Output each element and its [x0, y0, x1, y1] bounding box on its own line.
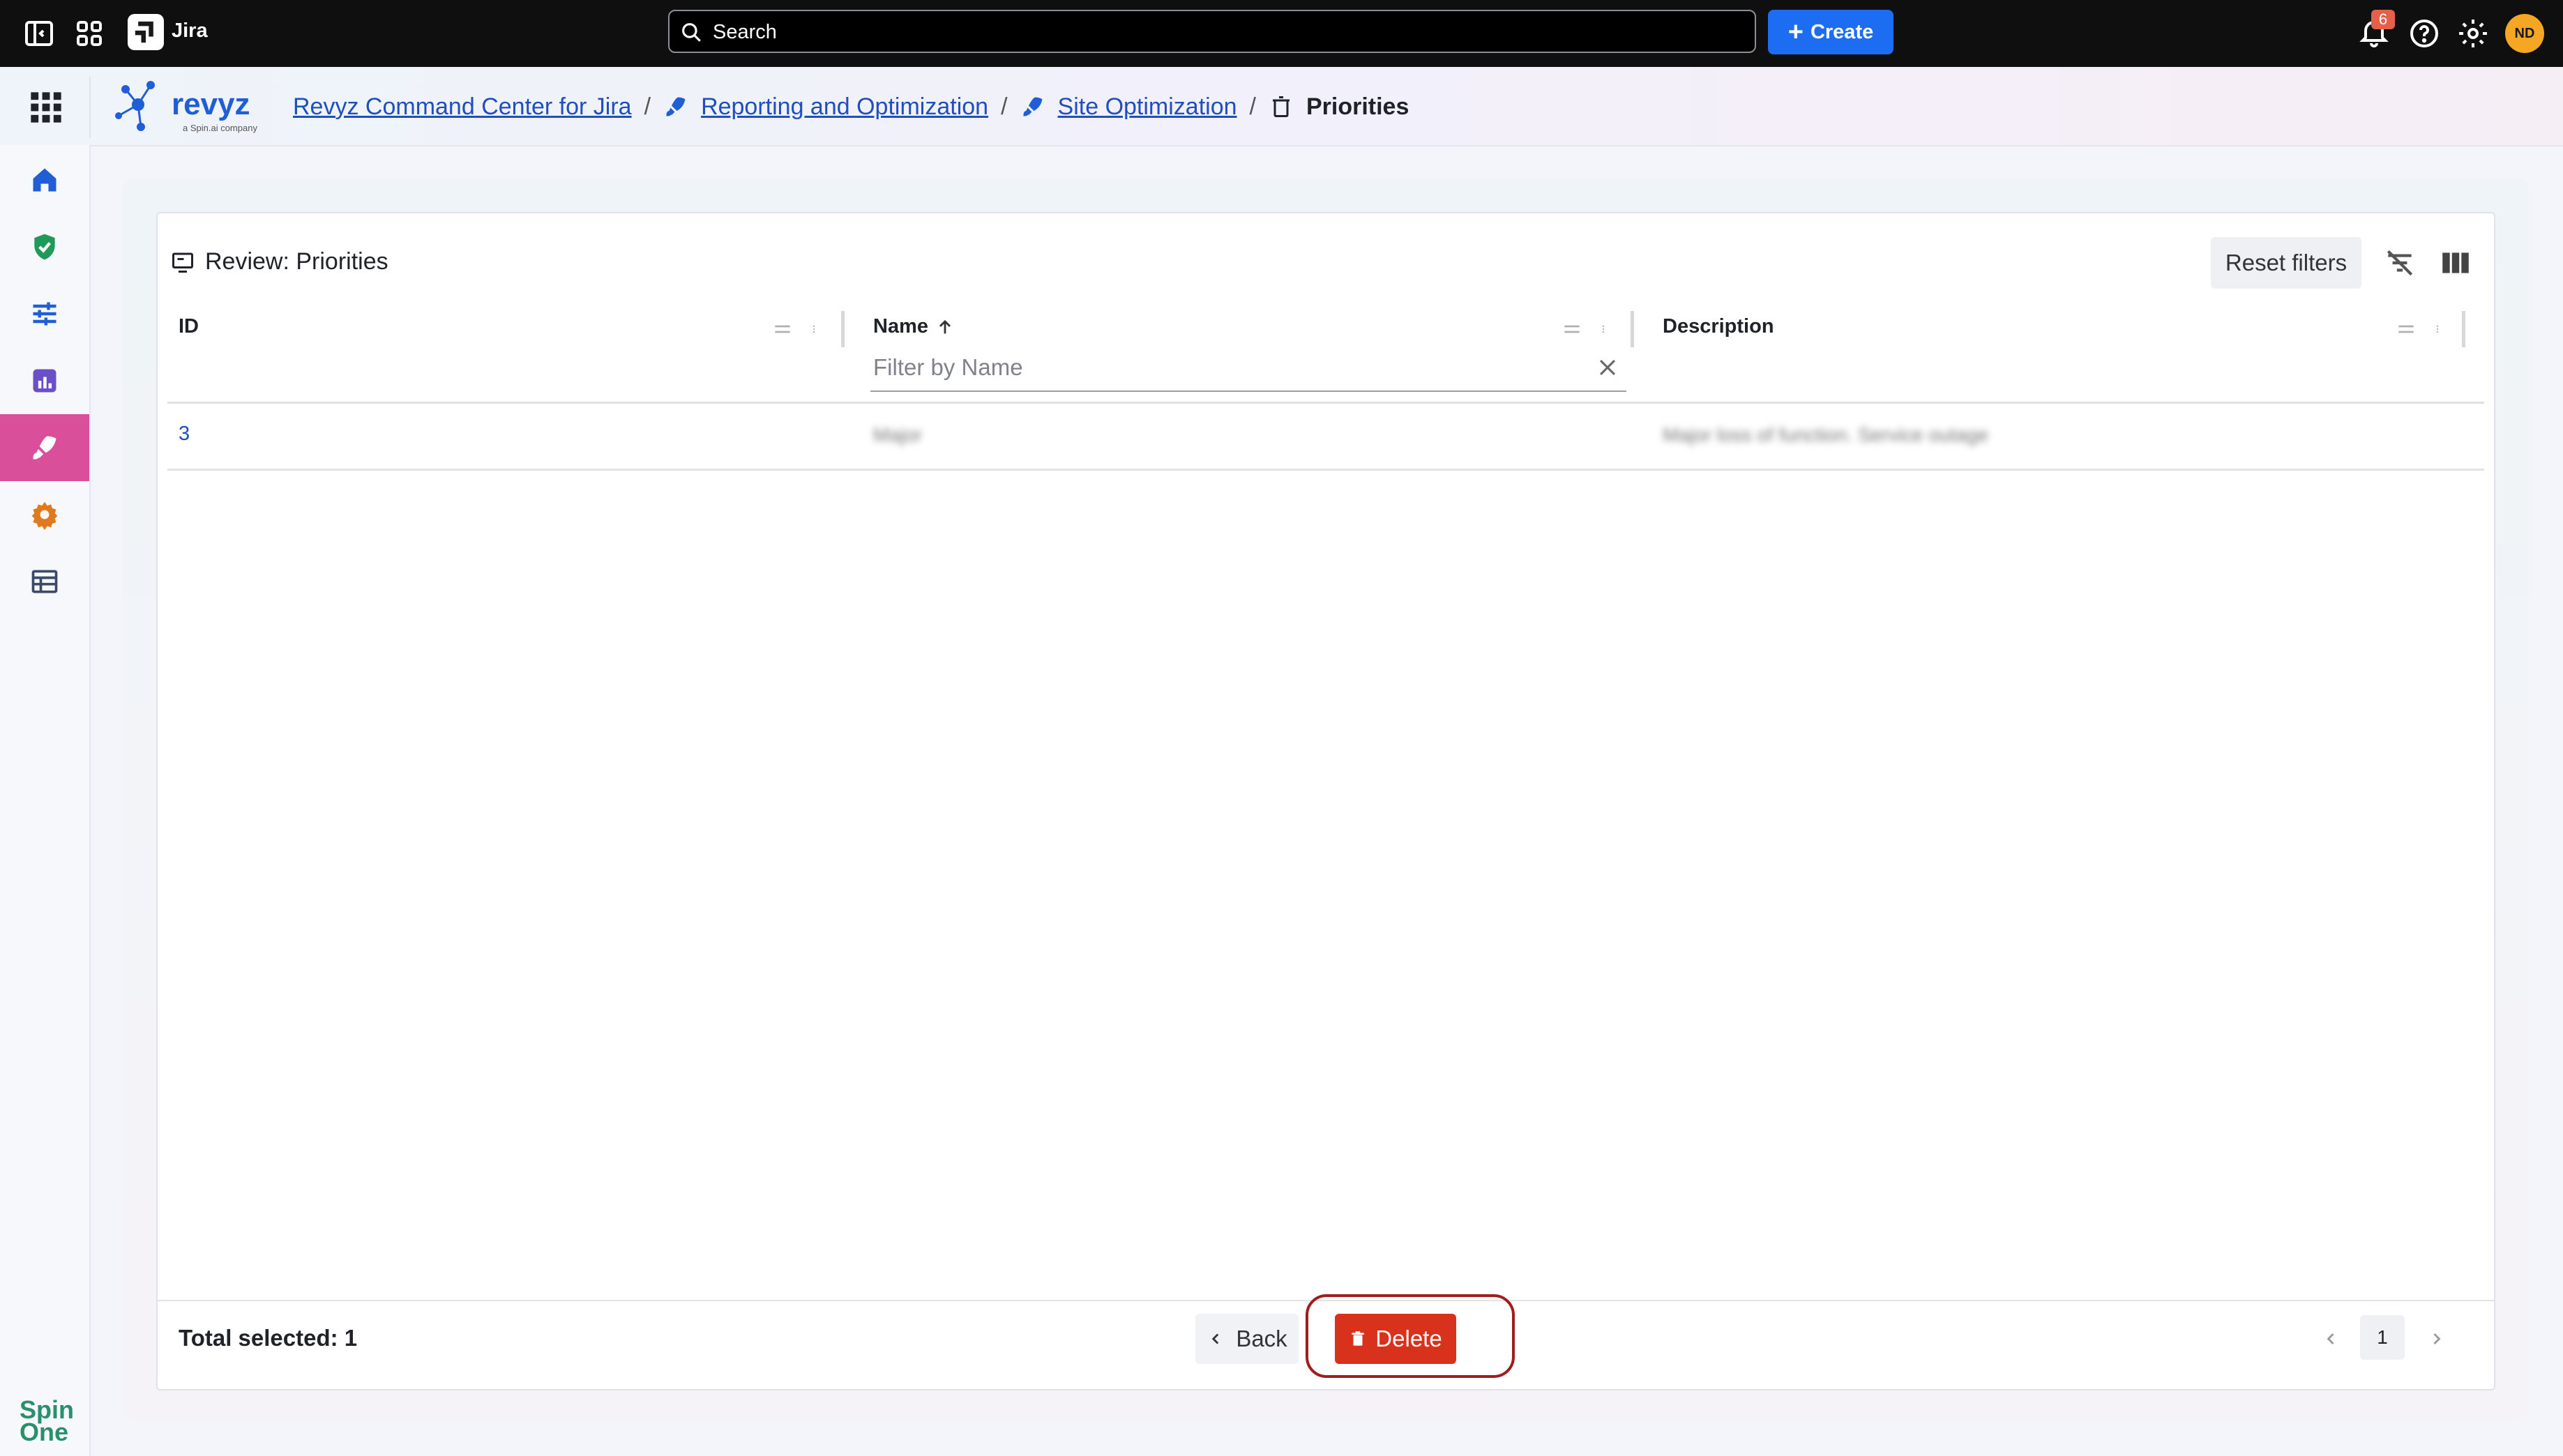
breadcrumb-separator: /	[644, 93, 651, 120]
column-resize-handle[interactable]	[2462, 311, 2465, 347]
svg-text:revyz: revyz	[172, 87, 250, 121]
column-menu-description[interactable]	[2395, 317, 2451, 342]
trash-icon	[1269, 94, 1294, 119]
sidebar-item-data-table[interactable]	[0, 548, 89, 615]
name-filter-field[interactable]	[870, 346, 1626, 392]
create-button[interactable]: + Create	[1768, 10, 1893, 54]
breadcrumb-separator: /	[1249, 93, 1256, 120]
cell-id[interactable]: 3	[179, 423, 190, 446]
chevron-left-icon	[1212, 1333, 1219, 1344]
pagination-prev[interactable]	[2318, 1324, 2343, 1354]
kebab-menu-icon[interactable]	[1598, 318, 1608, 340]
report-chart-icon	[33, 369, 56, 393]
sidebar-item-settings[interactable]	[0, 481, 89, 548]
help-icon[interactable]	[2407, 17, 2441, 50]
column-header-name[interactable]: Name	[873, 315, 955, 338]
rocket-icon	[1020, 94, 1045, 119]
search-bar[interactable]	[668, 10, 1756, 53]
column-header-id[interactable]: ID	[179, 315, 199, 338]
breadcrumb-reporting-optimization[interactable]: Reporting and Optimization	[701, 93, 988, 121]
sidebar-item-home[interactable]	[0, 146, 89, 213]
sidebar-item-reports[interactable]	[0, 347, 89, 414]
table-icon	[31, 570, 58, 593]
column-header-description[interactable]: Description	[1663, 315, 1774, 338]
search-input[interactable]	[711, 11, 1746, 53]
pagination-current-page[interactable]: 1	[2360, 1315, 2405, 1360]
kebab-menu-icon[interactable]	[809, 318, 819, 340]
notification-count-badge: 6	[2371, 10, 2395, 29]
pagination-next[interactable]	[2424, 1324, 2449, 1354]
clear-filter-icon[interactable]	[2382, 245, 2417, 280]
name-filter-input[interactable]	[872, 349, 1572, 386]
rocket-icon	[663, 94, 688, 119]
drag-handle-icon[interactable]	[1561, 318, 1583, 340]
column-menu-id[interactable]	[771, 317, 827, 342]
column-header-id-label: ID	[179, 315, 199, 338]
cell-description: Major loss of function. Service outage	[1663, 424, 1988, 446]
panel-title: Review: Priorities	[170, 248, 388, 275]
trash-icon	[1352, 1331, 1364, 1346]
search-icon	[682, 23, 701, 42]
column-resize-handle[interactable]	[841, 311, 845, 347]
column-resize-handle[interactable]	[1631, 311, 1634, 347]
sliders-icon	[33, 302, 56, 326]
panel-title-text: Review: Priorities	[205, 248, 388, 275]
kebab-menu-icon[interactable]	[2433, 318, 2442, 340]
sidebar-item-optimization[interactable]	[0, 414, 89, 481]
breadcrumb: Revyz Command Center for Jira / Reportin…	[293, 89, 1409, 124]
app-switcher-icon[interactable]	[73, 17, 106, 50]
cell-name: Major	[873, 424, 923, 446]
sidebar-item-configuration[interactable]	[0, 280, 89, 347]
breadcrumb-site-optimization[interactable]: Site Optimization	[1058, 93, 1237, 121]
breadcrumb-separator: /	[1001, 93, 1008, 120]
user-avatar[interactable]: ND	[2505, 14, 2544, 53]
spin-one-logo[interactable]: Spin One	[20, 1397, 74, 1445]
create-button-label: Create	[1810, 20, 1874, 43]
svg-text:a Spin.ai company: a Spin.ai company	[183, 123, 257, 133]
back-button[interactable]: Back	[1195, 1314, 1299, 1364]
settings-gear-icon[interactable]	[2456, 17, 2490, 50]
breadcrumb-current: Priorities	[1306, 93, 1409, 120]
delete-button-label: Delete	[1375, 1326, 1442, 1351]
chevron-right-icon	[2433, 1333, 2441, 1344]
drag-handle-icon[interactable]	[2395, 318, 2417, 340]
column-header-name-label: Name	[873, 315, 928, 338]
breadcrumb-command-center[interactable]: Revyz Command Center for Jira	[293, 93, 632, 121]
app-name[interactable]: Jira	[172, 20, 208, 43]
shield-check-icon	[34, 234, 55, 260]
home-icon	[33, 168, 56, 192]
sort-ascending-icon[interactable]	[935, 317, 955, 337]
header-divider	[89, 77, 91, 138]
columns-icon[interactable]	[2438, 245, 2473, 280]
delete-button[interactable]: Delete	[1335, 1314, 1456, 1364]
sidebar-item-security[interactable]	[0, 213, 89, 280]
rocket-icon	[33, 436, 56, 460]
column-menu-name[interactable]	[1561, 317, 1617, 342]
revyz-logo[interactable]: revyz a Spin.ai company	[110, 75, 264, 138]
reset-filters-button[interactable]: Reset filters	[2211, 237, 2361, 289]
clear-icon[interactable]	[1596, 356, 1619, 379]
app-grid-menu-icon[interactable]	[28, 89, 64, 126]
plus-icon: +	[1787, 17, 1804, 47]
chevron-left-icon	[2327, 1333, 2334, 1344]
sidebar-toggle-icon[interactable]	[22, 17, 56, 50]
table-row[interactable]: 3 Major Major loss of function. Service …	[167, 404, 2484, 471]
back-button-label: Back	[1236, 1326, 1287, 1351]
jira-logo-icon[interactable]	[128, 14, 164, 50]
column-header-description-label: Description	[1663, 315, 1774, 338]
monitor-icon	[172, 252, 193, 273]
total-selected: Total selected: 1	[179, 1325, 358, 1351]
gear-icon	[31, 501, 58, 530]
drag-handle-icon[interactable]	[771, 318, 794, 340]
